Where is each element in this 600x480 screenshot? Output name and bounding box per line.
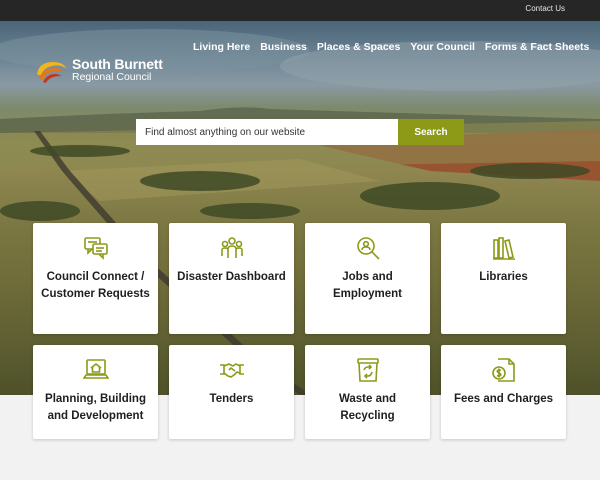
card-jobs-employment[interactable]: Jobs and Employment: [305, 223, 430, 334]
top-utility-bar: Contact Us: [0, 0, 600, 21]
house-laptop-icon: [83, 359, 109, 379]
nav-living-here[interactable]: Living Here: [193, 41, 250, 53]
card-libraries[interactable]: Libraries: [441, 223, 566, 334]
dollar-document-icon: [492, 358, 515, 382]
nav-business[interactable]: Business: [260, 41, 307, 53]
card-label: Council Connect / Customer Requests: [41, 271, 150, 300]
hero-banner: South Burnett Regional Council: [0, 21, 600, 395]
site-search: Search: [136, 119, 464, 145]
card-label: Jobs and Employment: [332, 271, 402, 300]
card-planning-building[interactable]: Planning, Building and Development: [33, 345, 158, 439]
card-label: Tenders: [209, 393, 254, 405]
nav-your-council[interactable]: Your Council: [410, 41, 475, 53]
card-council-connect[interactable]: Council Connect / Customer Requests: [33, 223, 158, 334]
card-tenders[interactable]: Tenders: [169, 345, 294, 439]
logo-swirl-icon: [37, 62, 66, 83]
card-label: Fees and Charges: [453, 393, 554, 405]
search-person-icon: [357, 237, 380, 260]
main-navigation: Living Here Business Places & Spaces You…: [193, 41, 599, 53]
card-label: Disaster Dashboard: [177, 271, 286, 283]
logo-name: South Burnett: [72, 56, 163, 72]
search-input[interactable]: [136, 119, 398, 145]
chat-bubbles-icon: [84, 237, 108, 260]
people-group-icon: [221, 237, 243, 258]
search-button[interactable]: Search: [398, 119, 464, 145]
contact-us-link[interactable]: Contact Us: [525, 4, 565, 13]
books-icon: [493, 237, 515, 260]
card-label: Waste and Recycling: [338, 393, 397, 422]
card-disaster-dashboard[interactable]: Disaster Dashboard: [169, 223, 294, 334]
nav-places-spaces[interactable]: Places & Spaces: [317, 41, 400, 53]
nav-forms-fact-sheets[interactable]: Forms & Fact Sheets: [485, 41, 589, 53]
logo-subtitle: Regional Council: [72, 71, 152, 83]
recycle-bin-icon: [357, 358, 379, 382]
card-label: Libraries: [479, 271, 528, 283]
card-waste-recycling[interactable]: Waste and Recycling: [305, 345, 430, 439]
card-fees-charges[interactable]: Fees and Charges: [441, 345, 566, 439]
handshake-icon: [220, 363, 244, 378]
council-logo[interactable]: South Burnett Regional Council: [33, 56, 173, 86]
card-label: Planning, Building and Development: [45, 393, 146, 422]
